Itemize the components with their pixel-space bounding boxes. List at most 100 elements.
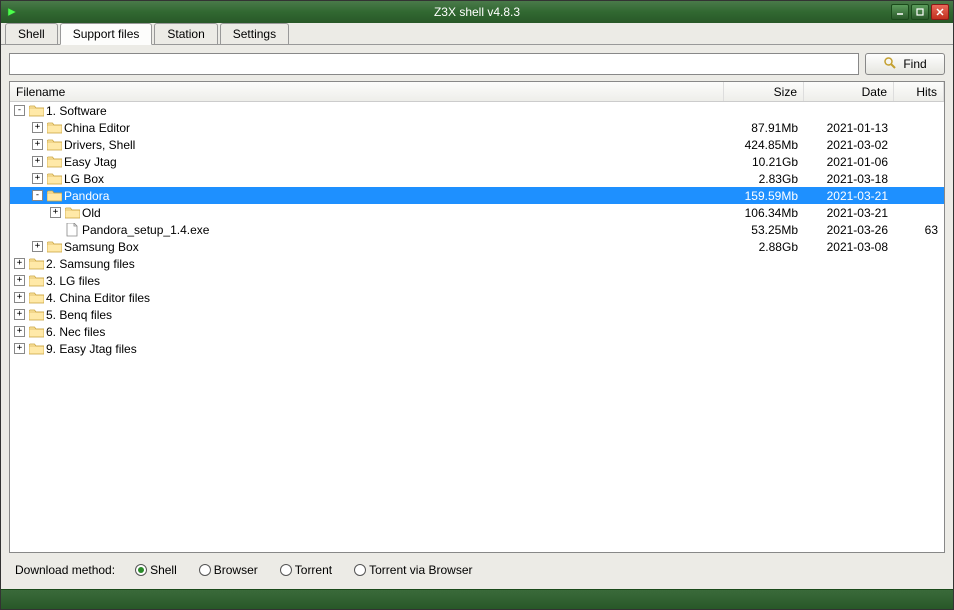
close-button[interactable] [931,4,949,20]
tree-row[interactable]: +4. China Editor files [10,289,944,306]
radio-icon [280,564,292,576]
item-name: Samsung Box [64,240,139,254]
radio-shell[interactable]: Shell [135,563,177,577]
item-size: 87.91Mb [724,121,804,135]
item-date: 2021-03-08 [804,240,894,254]
radio-icon [199,564,211,576]
item-date: 2021-03-02 [804,138,894,152]
folder-icon [28,325,44,339]
item-name: 3. LG files [46,274,100,288]
tab-station[interactable]: Station [154,23,217,44]
folder-icon [46,138,62,152]
folder-icon [46,189,62,203]
titlebar[interactable]: Z3X shell v4.8.3 [1,1,953,23]
radio-torrent[interactable]: Torrent [280,563,332,577]
folder-icon [28,257,44,271]
expand-icon[interactable]: + [14,292,25,303]
expand-icon[interactable]: + [14,275,25,286]
item-name: 9. Easy Jtag files [46,342,137,356]
tree-row[interactable]: Pandora_setup_1.4.exe53.25Mb2021-03-2663 [10,221,944,238]
folder-icon [46,155,62,169]
col-date[interactable]: Date [804,82,894,101]
expand-icon[interactable]: + [14,343,25,354]
folder-icon [28,104,44,118]
find-button[interactable]: Find [865,53,945,75]
tree-row[interactable]: +Samsung Box2.88Gb2021-03-08 [10,238,944,255]
app-icon [3,7,21,17]
file-tree: Filename Size Date Hits -1. Software+Chi… [9,81,945,553]
item-date: 2021-03-26 [804,223,894,237]
tree-row[interactable]: + Easy Jtag 10.21Gb2021-01-06 [10,153,944,170]
expand-icon[interactable]: + [14,326,25,337]
radio-icon [354,564,366,576]
expand-icon[interactable]: + [50,207,61,218]
item-name: 4. China Editor files [46,291,150,305]
col-hits[interactable]: Hits [894,82,944,101]
item-name: LG Box [64,172,104,186]
item-size: 2.83Gb [724,172,804,186]
item-hits: 63 [894,223,944,237]
download-method-label: Download method: [15,563,115,577]
expand-icon[interactable]: + [32,139,43,150]
tree-row[interactable]: +3. LG files [10,272,944,289]
item-date: 2021-03-21 [804,206,894,220]
expand-icon[interactable]: + [14,309,25,320]
item-name: China Editor [64,121,130,135]
tree-row[interactable]: - 1. Software [10,102,944,119]
item-size: 424.85Mb [724,138,804,152]
app-window: Z3X shell v4.8.3 Shell Support files Sta… [0,0,954,610]
item-size: 159.59Mb [724,189,804,203]
tree-row[interactable]: +Old106.34Mb2021-03-21 [10,204,944,221]
expand-icon[interactable]: + [32,122,43,133]
statusbar [1,589,953,609]
folder-icon [46,172,62,186]
item-name: Easy Jtag [64,155,117,169]
collapse-icon[interactable]: - [14,105,25,116]
tree-row[interactable]: +5. Benq files [10,306,944,323]
folder-icon [28,308,44,322]
radio-label: Browser [214,563,258,577]
expand-icon[interactable]: + [32,156,43,167]
tab-support-files[interactable]: Support files [60,23,153,45]
collapse-icon[interactable]: - [32,190,43,201]
item-name: Drivers, Shell [64,138,135,152]
col-size[interactable]: Size [724,82,804,101]
item-date: 2021-01-13 [804,121,894,135]
tab-settings[interactable]: Settings [220,23,289,44]
tab-shell[interactable]: Shell [5,23,58,44]
radio-icon [135,564,147,576]
radio-label: Torrent via Browser [369,563,472,577]
item-name: 5. Benq files [46,308,112,322]
maximize-button[interactable] [911,4,929,20]
tree-body[interactable]: -1. Software+China Editor87.91Mb2021-01-… [10,102,944,552]
item-size: 10.21Gb [724,155,804,169]
expand-icon[interactable]: + [32,241,43,252]
folder-icon [46,240,62,254]
folder-icon [28,342,44,356]
expand-icon[interactable]: + [14,258,25,269]
tree-row[interactable]: +LG Box2.83Gb2021-03-18 [10,170,944,187]
item-date: 2021-03-21 [804,189,894,203]
tree-row[interactable]: +9. Easy Jtag files [10,340,944,357]
item-name: 1. Software [46,104,107,118]
tree-row[interactable]: +6. Nec files [10,323,944,340]
tree-row[interactable]: + China Editor 87.91Mb2021-01-13 [10,119,944,136]
minimize-button[interactable] [891,4,909,20]
tree-row[interactable]: + Drivers, Shell 424.85Mb2021-03-02 [10,136,944,153]
item-size: 106.34Mb [724,206,804,220]
radio-browser[interactable]: Browser [199,563,258,577]
tree-row[interactable]: +2. Samsung files [10,255,944,272]
find-label: Find [903,57,926,71]
tab-bar: Shell Support files Station Settings [1,23,953,45]
window-title: Z3X shell v4.8.3 [434,5,520,19]
radio-label: Shell [150,563,177,577]
radio-label: Torrent [295,563,332,577]
folder-icon [28,291,44,305]
col-filename[interactable]: Filename [10,82,724,101]
tree-row[interactable]: -Pandora159.59Mb2021-03-21 [10,187,944,204]
search-input[interactable] [9,53,859,75]
expand-icon[interactable]: + [32,173,43,184]
folder-icon [46,121,62,135]
item-date: 2021-01-06 [804,155,894,169]
radio-torrent-via-browser[interactable]: Torrent via Browser [354,563,472,577]
